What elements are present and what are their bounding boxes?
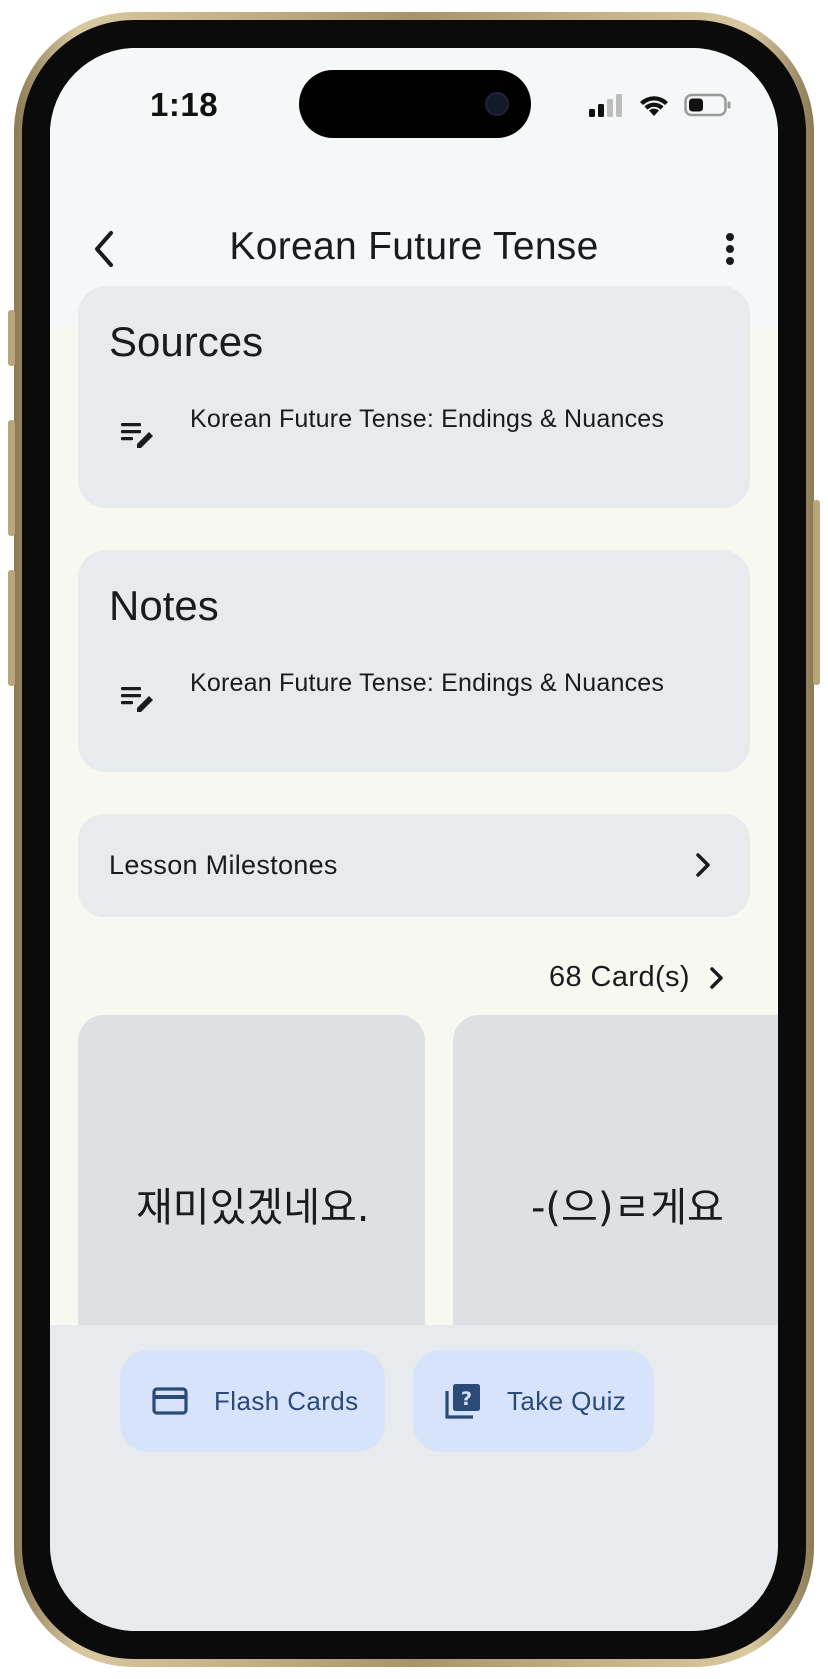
volume-down-button — [8, 570, 15, 686]
flash-cards-button[interactable]: Flash Cards — [120, 1350, 385, 1452]
app-screen: 1:18 Korean Future Tense Sources Korean … — [50, 48, 778, 1631]
page-title: Korean Future Tense — [229, 225, 599, 268]
flash-card-front: 재미있겠네요. — [136, 1185, 370, 1231]
bottom-action-bar: Flash Cards ? Take Quiz — [50, 1325, 778, 1631]
volume-up-button — [8, 420, 15, 536]
arrow-back-icon — [95, 231, 113, 267]
sources-title: Sources — [109, 318, 264, 365]
take-quiz-label: Take Quiz — [507, 1385, 627, 1416]
power-button — [813, 500, 820, 685]
lesson-milestones-label: Lesson Milestones — [109, 850, 338, 880]
more-options-button[interactable] — [704, 223, 756, 275]
dynamic-island — [299, 70, 531, 138]
wifi-icon — [640, 96, 668, 116]
sources-card: Sources Korean Future Tense: Endings & N… — [78, 286, 750, 508]
action-button — [8, 310, 15, 366]
lesson-milestones-row[interactable]: Lesson Milestones — [78, 814, 750, 917]
flash-cards-label: Flash Cards — [214, 1385, 359, 1416]
flash-card-front: -(으)ㄹ게요 — [531, 1185, 724, 1231]
notes-card: Notes Korean Future Tense: Endings & Nua… — [78, 550, 750, 772]
front-camera — [485, 92, 509, 116]
cellular-signal-icon — [589, 94, 622, 117]
flash-card[interactable]: 재미있겠네요. — [78, 1015, 425, 1375]
flash-card[interactable]: -(으)ㄹ게요 — [453, 1015, 778, 1375]
sources-item[interactable]: Korean Future Tense: Endings & Nuances — [118, 401, 718, 455]
quiz-icon: ? — [445, 1384, 480, 1419]
more-vert-icon — [726, 233, 734, 265]
notes-item[interactable]: Korean Future Tense: Endings & Nuances — [118, 665, 718, 719]
chevron-right-icon — [696, 853, 710, 877]
credit-card-icon — [152, 1387, 188, 1415]
status-bar: 1:18 — [50, 48, 778, 183]
cards-count-link[interactable]: 68 Card(s) — [549, 961, 730, 994]
take-quiz-button[interactable]: ? Take Quiz — [413, 1350, 654, 1452]
notes-title: Notes — [109, 582, 219, 629]
back-button[interactable] — [78, 223, 130, 275]
notes-item-label: Korean Future Tense: Endings & Nuances — [190, 669, 665, 697]
edit-note-icon — [121, 687, 153, 712]
edit-note-icon — [121, 423, 153, 448]
status-time: 1:18 — [150, 86, 219, 123]
status-icons — [588, 90, 732, 120]
sources-item-label: Korean Future Tense: Endings & Nuances — [190, 405, 665, 433]
chevron-right-icon — [710, 966, 723, 989]
battery-icon — [684, 93, 731, 117]
cards-count-label: 68 Card(s) — [549, 961, 690, 993]
svg-text:?: ? — [461, 1388, 472, 1410]
